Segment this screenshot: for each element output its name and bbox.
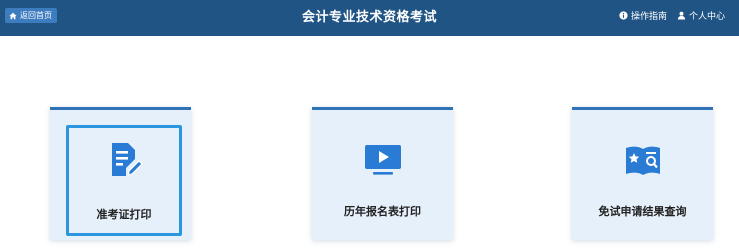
document-edit-icon — [112, 143, 143, 176]
info-icon — [619, 11, 628, 20]
user-center-link[interactable]: 个人中心 — [677, 9, 725, 22]
book-search-icon — [625, 146, 660, 175]
card-label: 历年报名表打印 — [344, 205, 421, 218]
guide-link-label: 操作指南 — [630, 12, 667, 22]
header-links: 操作指南 个人中心 — [619, 9, 725, 22]
registration-form-print-card[interactable]: 历年报名表打印 — [312, 107, 453, 240]
selected-card-frame: 准考证打印 — [66, 125, 182, 236]
admission-ticket-print-card[interactable]: 准考证打印 — [50, 107, 191, 240]
top-navigation-bar: 返回首页 会计专业技术资格考试 操作指南 个人中心 — [0, 0, 739, 36]
card-label: 免试申请结果查询 — [598, 205, 687, 218]
card-label: 准考证打印 — [96, 208, 152, 221]
guide-link[interactable]: 操作指南 — [619, 9, 667, 22]
exemption-result-query-card[interactable]: 免试申请结果查询 — [572, 107, 713, 240]
user-icon — [677, 11, 686, 20]
user-center-label: 个人中心 — [688, 12, 725, 22]
monitor-play-icon — [364, 145, 401, 175]
